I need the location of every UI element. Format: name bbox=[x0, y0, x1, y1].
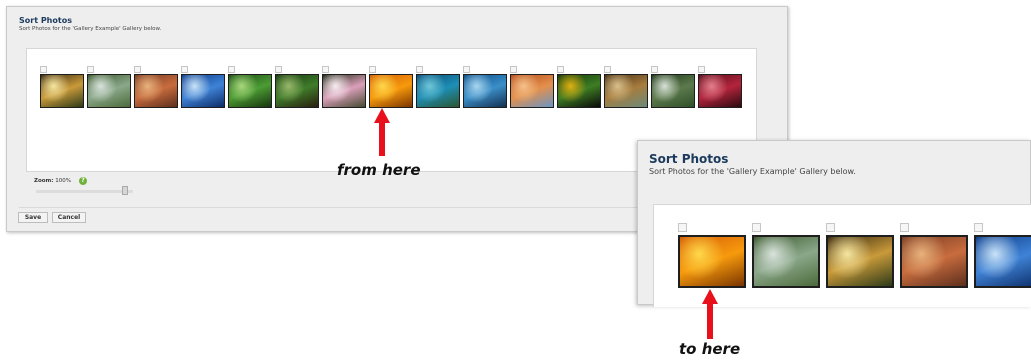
photo-thumbnail-desert-butte[interactable] bbox=[900, 235, 968, 288]
zoom-label-text: Zoom: bbox=[34, 178, 54, 184]
to-arrow-icon bbox=[702, 289, 718, 339]
photo-slot-forest-path[interactable] bbox=[275, 66, 319, 108]
select-checkbox[interactable] bbox=[678, 223, 687, 232]
select-checkbox[interactable] bbox=[369, 66, 376, 73]
select-checkbox[interactable] bbox=[752, 223, 761, 232]
photo-thumbnail-sand-dunes[interactable] bbox=[510, 74, 554, 108]
photo-slot-desert-butte[interactable] bbox=[134, 66, 178, 108]
save-button[interactable]: Save bbox=[18, 212, 48, 223]
photo-thumbnail-mountain-stream[interactable] bbox=[87, 74, 131, 108]
photo-thumbnail-autumn-tree[interactable] bbox=[40, 74, 84, 108]
zoom-value: 100% bbox=[55, 178, 71, 184]
select-checkbox[interactable] bbox=[974, 223, 983, 232]
photo-slot-green-ferns[interactable] bbox=[228, 66, 272, 108]
photo-thumbnail-savanna-trees[interactable] bbox=[604, 74, 648, 108]
select-checkbox[interactable] bbox=[275, 66, 282, 73]
photo-slot-savanna-trees[interactable] bbox=[604, 66, 648, 108]
photo-thumbnail-sea-turtle[interactable] bbox=[416, 74, 460, 108]
photo-thumbnail-mountain-stream[interactable] bbox=[752, 235, 820, 288]
select-checkbox[interactable] bbox=[322, 66, 329, 73]
select-checkbox[interactable] bbox=[698, 66, 705, 73]
photo-slot-orange-flowers[interactable] bbox=[369, 66, 413, 108]
photo-thumbnail-toucan[interactable] bbox=[557, 74, 601, 108]
photo-slot-autumn-tree[interactable] bbox=[826, 223, 894, 288]
photo-slot-sand-dunes[interactable] bbox=[510, 66, 554, 108]
photo-slot-desert-butte[interactable] bbox=[900, 223, 968, 288]
photo-slot-iceberg[interactable] bbox=[974, 223, 1031, 288]
select-checkbox[interactable] bbox=[510, 66, 517, 73]
photo-slot-whale-tail[interactable] bbox=[463, 66, 507, 108]
photo-thumbnail-forest-path[interactable] bbox=[275, 74, 319, 108]
help-icon[interactable]: ? bbox=[79, 177, 87, 185]
photo-slot-red-succulent[interactable] bbox=[698, 66, 742, 108]
select-checkbox[interactable] bbox=[557, 66, 564, 73]
photo-slot-orange-flowers[interactable] bbox=[678, 223, 746, 288]
photo-thumbnail-orange-flowers[interactable] bbox=[369, 74, 413, 108]
photo-thumbnail-iceberg[interactable] bbox=[181, 74, 225, 108]
from-arrow-shape bbox=[374, 108, 390, 156]
select-checkbox[interactable] bbox=[651, 66, 658, 73]
photo-slot-iceberg[interactable] bbox=[181, 66, 225, 108]
zoom-label: Zoom: 100% bbox=[34, 178, 71, 184]
page-subtitle: Sort Photos for the 'Gallery Example' Ga… bbox=[19, 26, 162, 32]
to-here-label: to here bbox=[679, 340, 741, 358]
select-checkbox[interactable] bbox=[604, 66, 611, 73]
photo-thumbnail-iceberg[interactable] bbox=[974, 235, 1031, 288]
photo-thumbnail-whale-tail[interactable] bbox=[463, 74, 507, 108]
photo-slot-toucan[interactable] bbox=[557, 66, 601, 108]
zoom-slider-track[interactable] bbox=[36, 190, 133, 193]
photo-slot-mountain-stream[interactable] bbox=[752, 223, 820, 288]
to-arrow-shape bbox=[702, 289, 718, 339]
cancel-button[interactable]: Cancel bbox=[52, 212, 86, 223]
select-checkbox[interactable] bbox=[134, 66, 141, 73]
select-checkbox[interactable] bbox=[87, 66, 94, 73]
select-checkbox[interactable] bbox=[900, 223, 909, 232]
select-checkbox[interactable] bbox=[228, 66, 235, 73]
photo-slot-waterfall-creek[interactable] bbox=[651, 66, 695, 108]
select-checkbox[interactable] bbox=[181, 66, 188, 73]
photo-slot-mountain-stream[interactable] bbox=[87, 66, 131, 108]
photo-thumbnail-waterfall-creek[interactable] bbox=[651, 74, 695, 108]
photo-slot-sea-turtle[interactable] bbox=[416, 66, 460, 108]
select-checkbox[interactable] bbox=[416, 66, 423, 73]
page-title-zoomed: Sort Photos bbox=[649, 152, 729, 166]
page-subtitle-zoomed: Sort Photos for the 'Gallery Example' Ga… bbox=[649, 167, 856, 176]
page-title: Sort Photos bbox=[19, 16, 72, 25]
from-here-label: from here bbox=[337, 161, 421, 179]
select-checkbox[interactable] bbox=[463, 66, 470, 73]
from-arrow-icon bbox=[374, 108, 390, 156]
zoom-slider-handle[interactable] bbox=[122, 186, 128, 195]
sort-photos-panel-zoomed: Sort Photos Sort Photos for the 'Gallery… bbox=[637, 140, 1031, 307]
photo-thumbnail-pink-blossoms[interactable] bbox=[322, 74, 366, 108]
photo-slot-autumn-tree[interactable] bbox=[40, 66, 84, 108]
photo-slot-pink-blossoms[interactable] bbox=[322, 66, 366, 108]
photo-thumbnail-desert-butte[interactable] bbox=[134, 74, 178, 108]
select-checkbox[interactable] bbox=[826, 223, 835, 232]
photo-thumbnail-autumn-tree[interactable] bbox=[826, 235, 894, 288]
photo-thumbnail-green-ferns[interactable] bbox=[228, 74, 272, 108]
photo-thumbnail-orange-flowers[interactable] bbox=[678, 235, 746, 288]
select-checkbox[interactable] bbox=[40, 66, 47, 73]
photo-thumbnail-red-succulent[interactable] bbox=[698, 74, 742, 108]
